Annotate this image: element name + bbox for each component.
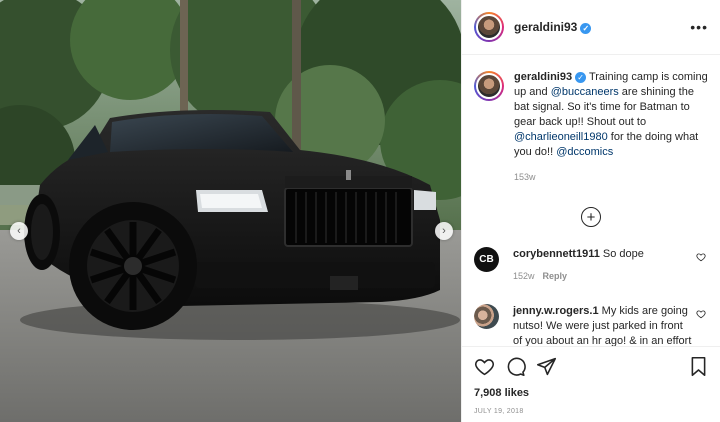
bookmark-icon[interactable] bbox=[689, 356, 708, 377]
post-caption: geraldini93 ✓ Training camp is coming up … bbox=[474, 70, 708, 185]
like-comment-heart-icon[interactable] bbox=[696, 252, 706, 262]
car-photo-illustration bbox=[0, 0, 461, 422]
chevron-left-icon: ‹ bbox=[17, 225, 21, 237]
author-avatar[interactable] bbox=[474, 12, 504, 42]
mention-link[interactable]: @buccaneers bbox=[551, 86, 619, 98]
comments-section: geraldini93 ✓ Training camp is coming up … bbox=[462, 56, 720, 346]
comment-item: jenny.w.rogers.1 My kids are going nutso… bbox=[474, 304, 708, 346]
chevron-right-icon: › bbox=[442, 225, 446, 237]
comment-timestamp: 152w bbox=[513, 271, 535, 281]
plus-icon: + bbox=[586, 208, 596, 226]
commenter-username[interactable]: corybennett1911 bbox=[513, 248, 600, 260]
post-header: geraldini93 ✓ ••• bbox=[462, 0, 720, 55]
action-icons-row bbox=[474, 355, 708, 377]
caption-text: geraldini93 ✓ Training camp is coming up … bbox=[514, 70, 708, 185]
avatar-initials: CB bbox=[479, 254, 494, 265]
comment-body: jenny.w.rogers.1 My kids are going nutso… bbox=[513, 304, 693, 346]
share-send-icon[interactable] bbox=[536, 356, 557, 377]
mention-link[interactable]: @dccomics bbox=[556, 146, 613, 158]
likes-count[interactable]: 7,908 likes bbox=[474, 387, 708, 399]
verified-badge-icon: ✓ bbox=[580, 23, 592, 34]
carousel-prev-button[interactable]: ‹ bbox=[10, 222, 28, 240]
post-photo: ‹ › bbox=[0, 0, 461, 422]
more-options-icon[interactable]: ••• bbox=[690, 19, 708, 35]
comment-body: corybennett1911 So dope 152w Reply bbox=[513, 247, 693, 284]
like-comment-heart-icon[interactable] bbox=[696, 309, 706, 319]
load-more-comments-button[interactable]: + bbox=[581, 207, 601, 227]
commenter-username[interactable]: jenny.w.rogers.1 bbox=[513, 305, 599, 317]
commenter-avatar[interactable] bbox=[474, 304, 499, 329]
post-actions: 7,908 likes JULY 19, 2018 bbox=[462, 346, 720, 415]
author-username[interactable]: geraldini93 ✓ bbox=[514, 20, 592, 34]
reply-button[interactable]: Reply bbox=[543, 271, 568, 281]
like-heart-icon[interactable] bbox=[474, 356, 495, 377]
post-date: JULY 19, 2018 bbox=[474, 408, 524, 415]
carousel-next-button[interactable]: › bbox=[435, 222, 453, 240]
comment-text: So dope bbox=[602, 248, 644, 260]
caption-timestamp: 153w bbox=[514, 172, 536, 182]
caption-username[interactable]: geraldini93 bbox=[514, 71, 572, 83]
verified-badge-icon: ✓ bbox=[575, 72, 587, 83]
mention-link[interactable]: @charlieoneill1980 bbox=[514, 131, 608, 143]
post-side-panel: geraldini93 ✓ ••• geraldini93 ✓ Training c… bbox=[461, 0, 720, 422]
caption-author-avatar[interactable] bbox=[474, 71, 504, 101]
comment-meta: 152w Reply bbox=[513, 269, 693, 284]
comment-bubble-icon[interactable] bbox=[505, 356, 526, 377]
commenter-avatar[interactable]: CB bbox=[474, 247, 499, 272]
comment-item: CB corybennett1911 So dope 152w Reply bbox=[474, 247, 708, 284]
